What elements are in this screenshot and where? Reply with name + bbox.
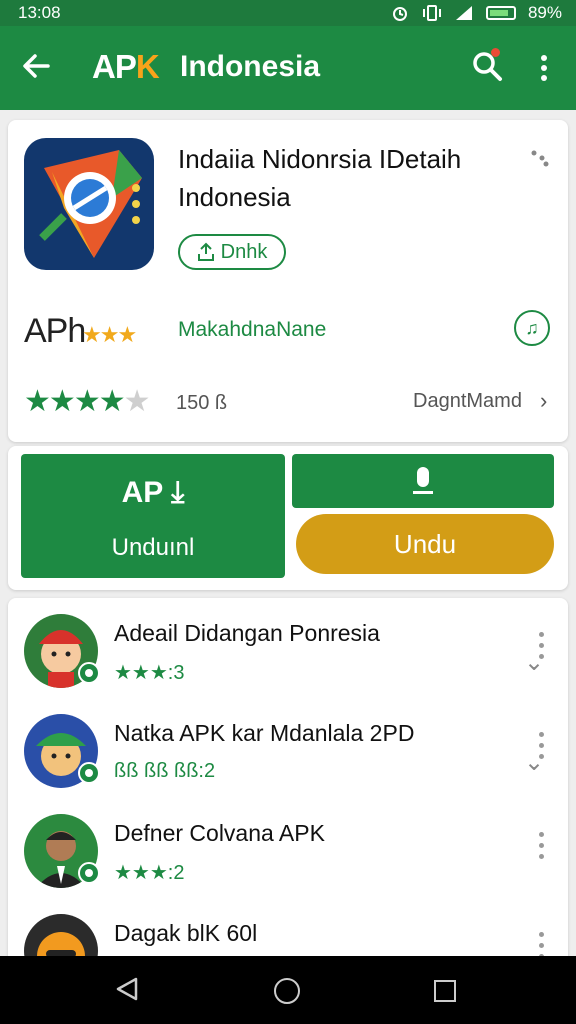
verified-badge-icon <box>78 862 100 884</box>
item-rating: ★★★:2 <box>114 862 185 884</box>
download-pill-label: Dnhk <box>220 240 268 263</box>
mic-button[interactable] <box>292 454 554 508</box>
app-icon[interactable] <box>24 138 154 270</box>
music-note-icon[interactable]: ♫ <box>514 310 550 346</box>
vibrate-icon <box>422 5 441 21</box>
verified-badge-icon <box>78 762 100 784</box>
signal-icon <box>455 6 472 20</box>
download-apk-bottom: Unduınl <box>111 534 195 561</box>
download-apk-button[interactable]: AP ⤓ Unduınl <box>21 454 285 578</box>
star-filled: ★ <box>73 385 101 418</box>
list-item[interactable]: Adeail Didangan Ponresia ★★★:3 ⌄ <box>8 598 568 698</box>
logo-ap: AP <box>92 48 137 85</box>
undu-button[interactable]: Undu <box>296 514 554 574</box>
app-title-line1: Indaiia Nidonrsia IDetaih <box>178 144 462 174</box>
star-filled: ★ <box>24 385 51 418</box>
mini-stars: ★★★ <box>82 322 137 347</box>
item-title: Natka APK kar Mdanlala 2PD <box>114 720 415 746</box>
aph-label: APh <box>24 312 86 350</box>
download-card: AP ⤓ Unduınl Undu <box>8 446 568 590</box>
app-detail-card: Indaiia Nidonrsia IDetaih Indonesia Dnhk… <box>8 120 568 442</box>
app-bar: APK Indonesia <box>0 26 576 110</box>
more-vert-icon[interactable] <box>536 832 546 862</box>
app-title: Indaiia Nidonrsia IDetaih Indonesia <box>178 140 518 216</box>
item-rating: ★★★:3 <box>114 662 185 684</box>
status-time: 13:08 <box>18 3 61 22</box>
download-pill-button[interactable]: Dnhk <box>178 234 286 270</box>
download-apk-top: AP ⤓ <box>21 476 285 510</box>
app-title-line2: Indonesia <box>178 182 291 212</box>
item-title: Adeail Didangan Ponresia <box>114 620 380 646</box>
related-list: Adeail Didangan Ponresia ★★★:3 ⌄ Natka A… <box>8 598 568 978</box>
verified-badge-icon <box>78 662 100 684</box>
notification-dot <box>491 48 500 57</box>
alarm-icon <box>392 7 407 21</box>
more-vert-icon[interactable] <box>532 50 556 86</box>
rating-stars: ★★★★★ <box>24 384 151 419</box>
chevron-down-icon[interactable]: ⌄ <box>524 648 544 677</box>
microphone-icon <box>413 467 433 494</box>
battery-icon <box>485 6 516 20</box>
nav-back-icon[interactable] <box>114 976 140 1002</box>
download-apk-label: AP <box>121 476 163 509</box>
share-icon[interactable] <box>530 148 550 168</box>
rating-count: 150 ß <box>176 392 228 414</box>
logo-k: K <box>135 48 160 85</box>
star-filled: ★ <box>98 385 126 418</box>
item-title: Dagak blK 60l <box>114 920 258 946</box>
status-bar: 13:08 89% <box>0 0 576 26</box>
system-nav-bar <box>0 956 576 1024</box>
developer-link[interactable]: DagntMamd <box>413 390 522 413</box>
battery-level: 89% <box>527 3 562 22</box>
nav-recents-icon[interactable] <box>434 980 456 1002</box>
status-icons: 89% <box>390 3 562 23</box>
brand-title: Indonesia <box>180 50 321 83</box>
list-item[interactable]: Defner Colvana APK ★★★:2 <box>8 798 568 898</box>
chevron-right-icon[interactable]: › <box>540 388 547 414</box>
search-button[interactable] <box>470 48 504 84</box>
chevron-down-icon[interactable]: ⌄ <box>524 748 544 777</box>
maker-link[interactable]: MakahdnaNane <box>178 318 326 342</box>
star-filled: ★ <box>48 385 76 418</box>
app-logo: APK <box>92 48 160 86</box>
nav-home-icon[interactable] <box>274 978 300 1004</box>
down-arrow-icon: ⤓ <box>171 476 185 509</box>
item-title: Defner Colvana APK <box>114 820 325 846</box>
item-rating: ßß ßß ßß:2 <box>114 760 216 782</box>
star-empty: ★ <box>123 385 151 418</box>
download-icon <box>197 242 214 261</box>
list-item[interactable]: Natka APK kar Mdanlala 2PD ßß ßß ßß:2 ⌄ <box>8 698 568 798</box>
back-arrow-icon[interactable] <box>18 48 54 84</box>
